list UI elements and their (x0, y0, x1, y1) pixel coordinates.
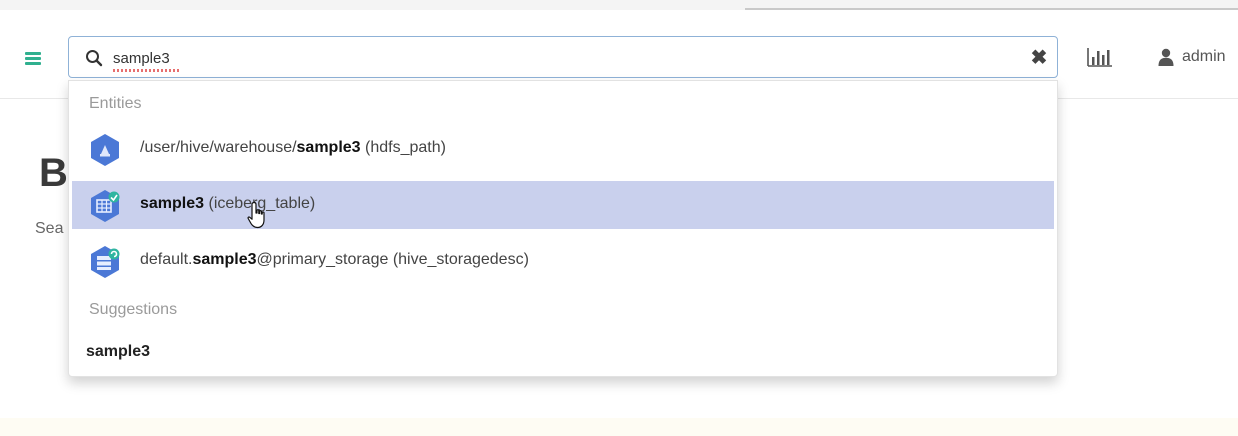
hive-storagedesc-icon (91, 246, 120, 278)
entity-result-label: sample3 (iceberg_table) (140, 195, 316, 212)
user-menu[interactable]: admin (1158, 44, 1226, 70)
entities-group-label: Entities (89, 95, 142, 112)
search-input[interactable] (113, 46, 993, 70)
entity-result-hive-storagedesc[interactable]: default.sample3@primary_storage (hive_st… (72, 237, 1054, 285)
search-results-dropdown: Entities /user/hive/warehouse/sample3 (h… (68, 80, 1058, 377)
clear-search-icon[interactable]: ✖ (1029, 48, 1049, 68)
iceberg-table-icon (91, 190, 120, 222)
suggestion-item[interactable]: sample3 (72, 335, 1054, 371)
page-heading: B (39, 151, 68, 195)
hdfs-path-icon (91, 134, 119, 166)
search-icon (86, 50, 103, 67)
search-box: ✖ (68, 36, 1058, 78)
user-icon (1158, 48, 1174, 66)
entity-result-hdfs-path[interactable]: /user/hive/warehouse/sample3 (hdfs_path) (72, 125, 1054, 173)
hand-cursor-icon (247, 201, 265, 229)
top-strip-line (745, 8, 1238, 10)
page-subtext: Sea (35, 220, 64, 237)
suggestions-group-label: Suggestions (89, 301, 178, 318)
suggestion-label: sample3 (86, 343, 151, 360)
bottom-strip (0, 418, 1238, 436)
entity-result-label: /user/hive/warehouse/sample3 (hdfs_path) (140, 139, 446, 156)
entity-result-iceberg-table[interactable]: sample3 (iceberg_table) (72, 181, 1054, 229)
hamburger-menu-icon[interactable] (25, 52, 41, 66)
spellcheck-underline (113, 69, 179, 72)
user-label: admin (1182, 48, 1226, 65)
entity-result-label: default.sample3@primary_storage (hive_st… (140, 251, 529, 268)
bar-chart-icon[interactable] (1087, 47, 1113, 67)
